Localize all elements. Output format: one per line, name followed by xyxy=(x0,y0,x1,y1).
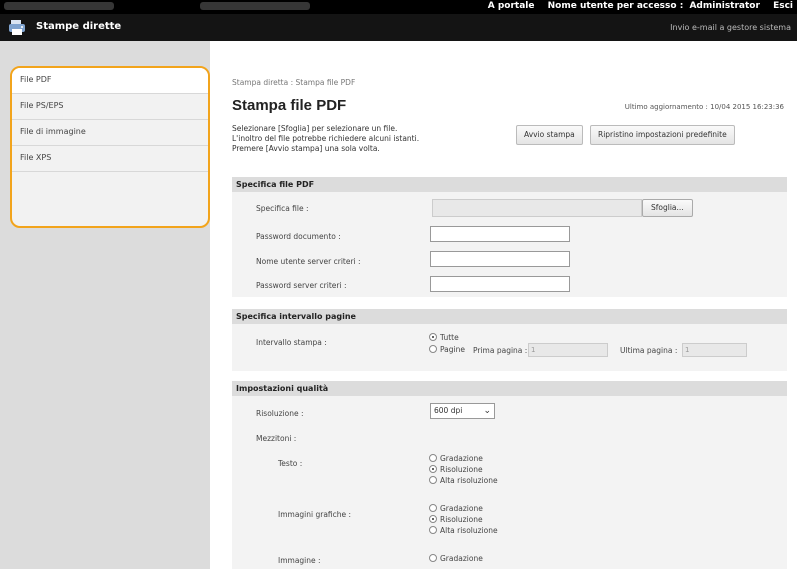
intro-text: Selezionare [Sfoglia] per selezionare un… xyxy=(232,124,419,154)
intro-line: L'inoltro del file potrebbe richiedere a… xyxy=(232,134,420,143)
chevron-down-icon: ⌄ xyxy=(483,406,491,416)
first-page-label: Prima pagina : xyxy=(473,346,528,355)
top-links: A portale Nome utente per accesso : Admi… xyxy=(478,1,793,11)
doc-password-field[interactable] xyxy=(430,226,570,242)
doc-password-label: Password documento : xyxy=(256,232,341,241)
text-gradation-label: Gradazione xyxy=(440,454,483,463)
portal-link[interactable]: A portale xyxy=(488,1,535,11)
graphics-gradation-label: Gradazione xyxy=(440,504,483,513)
text-high-resolution-radio[interactable]: Alta risoluzione xyxy=(429,476,498,485)
policy-user-field[interactable] xyxy=(430,251,570,267)
first-page-field[interactable]: 1 xyxy=(528,343,608,357)
resolution-select[interactable]: 600 dpi ⌄ xyxy=(430,403,495,419)
breadcrumb: Stampa diretta : Stampa file PDF xyxy=(232,78,356,87)
intro-line: Premere [Avvio stampa] una sola volta. xyxy=(232,144,380,153)
sidebar-item-ps-eps[interactable]: File PS/EPS xyxy=(12,94,208,120)
last-page-label: Ultima pagina : xyxy=(620,346,678,355)
sidebar-item-pdf[interactable]: File PDF xyxy=(12,68,208,94)
file-label: Specifica file : xyxy=(256,204,309,213)
graphics-resolution-radio[interactable]: Risoluzione xyxy=(429,515,483,524)
login-user-value: Administrator xyxy=(689,1,760,11)
range-pages-label: Pagine xyxy=(440,345,465,354)
start-print-button[interactable]: Avvio stampa xyxy=(516,125,583,145)
main-content: Stampa diretta : Stampa file PDF Stampa … xyxy=(222,41,797,569)
halftone-label: Mezzitoni : xyxy=(256,434,297,443)
page-title: Stampa file PDF xyxy=(232,97,347,114)
device-info-blurred xyxy=(200,2,310,10)
image-gradation-label: Gradazione xyxy=(440,554,483,563)
resolution-label: Risoluzione : xyxy=(256,409,304,418)
app-title: Stampe dirette xyxy=(36,21,122,32)
text-label: Testo : xyxy=(278,459,303,468)
last-updated: Ultimo aggiornamento : 10/04 2015 16:23:… xyxy=(624,103,784,111)
resolution-value: 600 dpi xyxy=(434,406,463,415)
intro-line: Selezionare [Sfoglia] per selezionare un… xyxy=(232,124,398,133)
quality-section-heading: Impostazioni qualità xyxy=(232,381,787,396)
file-section-heading: Specifica file PDF xyxy=(232,177,787,192)
image-label: Immagine : xyxy=(278,556,321,565)
mail-admin-link[interactable]: Invio e-mail a gestore sistema xyxy=(670,23,791,32)
range-all-label: Tutte xyxy=(440,333,459,342)
range-section-heading: Specifica intervallo pagine xyxy=(232,309,787,324)
policy-password-field[interactable] xyxy=(430,276,570,292)
policy-password-label: Password server criteri : xyxy=(256,281,347,290)
logout-link[interactable]: Esci xyxy=(773,1,793,11)
policy-user-label: Nome utente server criteri : xyxy=(256,257,361,266)
printer-logo-icon xyxy=(9,20,25,35)
text-resolution-radio[interactable]: Risoluzione xyxy=(429,465,483,474)
graphics-high-resolution-label: Alta risoluzione xyxy=(440,526,498,535)
restore-defaults-button[interactable]: Ripristino impostazioni predefinite xyxy=(590,125,735,145)
quality-section: Impostazioni qualità Risoluzione : 600 d… xyxy=(232,381,787,569)
browse-button[interactable]: Sfoglia... xyxy=(642,199,693,217)
text-resolution-label: Risoluzione xyxy=(440,465,483,474)
file-section: Specifica file PDF Specifica file : Sfog… xyxy=(232,177,787,297)
sidebar-item-xps[interactable]: File XPS xyxy=(12,146,208,172)
graphics-resolution-label: Risoluzione xyxy=(440,515,483,524)
sidebar-item-image[interactable]: File di immagine xyxy=(12,120,208,146)
sidebar: File PDF File PS/EPS File di immagine Fi… xyxy=(0,41,210,569)
graphics-label: Immagini grafiche : xyxy=(278,510,352,519)
file-path-field[interactable] xyxy=(432,199,642,217)
range-pages-radio[interactable]: Pagine xyxy=(429,345,465,354)
range-section: Specifica intervallo pagine Intervallo s… xyxy=(232,309,787,371)
sidebar-nav: File PDF File PS/EPS File di immagine Fi… xyxy=(10,66,210,228)
text-gradation-radio[interactable]: Gradazione xyxy=(429,454,483,463)
image-gradation-radio[interactable]: Gradazione xyxy=(429,554,483,563)
text-high-resolution-label: Alta risoluzione xyxy=(440,476,498,485)
device-name-blurred xyxy=(4,2,114,10)
last-page-field[interactable]: 1 xyxy=(682,343,747,357)
range-all-radio[interactable]: Tutte xyxy=(429,333,459,342)
graphics-high-resolution-radio[interactable]: Alta risoluzione xyxy=(429,526,498,535)
app-header: Stampe dirette Invio e-mail a gestore si… xyxy=(0,14,797,41)
login-user-label: Nome utente per accesso : xyxy=(547,1,684,11)
range-label: Intervallo stampa : xyxy=(256,338,327,347)
graphics-gradation-radio[interactable]: Gradazione xyxy=(429,504,483,513)
top-bar: A portale Nome utente per accesso : Admi… xyxy=(0,0,797,14)
